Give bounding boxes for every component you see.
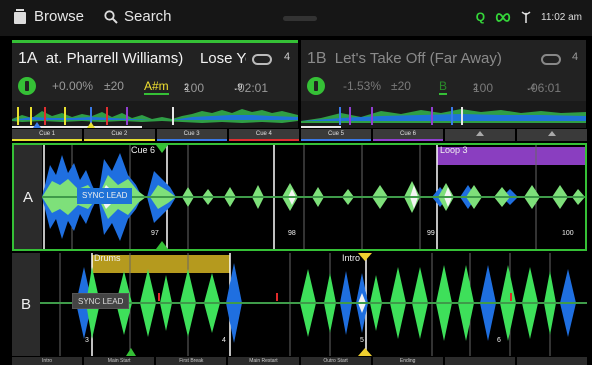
search-icon [104, 9, 118, 24]
deck-a-info-row: +0.00% ±20 A#m 100 2 -02:01.9 [12, 77, 298, 99]
deck-b-bpm-value: 100 [473, 81, 494, 95]
deck-b-bpm: 100 2 [473, 79, 493, 95]
pad-main-start[interactable]: Main Start [84, 357, 155, 365]
cue-button-2[interactable]: Cue 2 [84, 129, 155, 141]
deck-b-header[interactable]: 1B Let's Take Off (Far Away) 4 -1.53% ±2… [301, 40, 586, 128]
deck-a-header[interactable]: 1A at. Pharrell Williams) Lose Yours 4 +… [12, 40, 298, 128]
deck-a-overview-waveform[interactable] [12, 101, 298, 128]
sync-lead-badge[interactable]: SYNC LEAD [72, 293, 130, 309]
beat-marker: 6 [497, 337, 501, 344]
cue-button-1[interactable]: Cue 1 [12, 129, 83, 141]
antenna-icon [521, 11, 531, 23]
pad-ending[interactable]: Ending [372, 357, 443, 365]
pad-empty-7[interactable] [444, 357, 515, 365]
deck-b-label: B [12, 253, 40, 356]
deck-b-waveform[interactable]: B SYNC LEAD Drums Intro 3 4 5 6 [12, 253, 587, 356]
cue-button-empty-7[interactable] [445, 129, 515, 141]
deck-a-key[interactable]: A#m [144, 79, 169, 95]
deck-b-key[interactable]: B [439, 79, 448, 95]
deck-b-overview-waveform[interactable] [301, 101, 586, 128]
deck-b-track-title: 1B Let's Take Off (Far Away) [307, 50, 527, 68]
deck-a-label: A [14, 145, 42, 249]
deck-b-number: 1B [307, 50, 327, 67]
loop-3-label: Loop 3 [440, 145, 468, 155]
sync-lead-badge[interactable]: SYNC LEAD [77, 188, 133, 204]
cue-button-6[interactable]: Cue 6 [373, 129, 443, 141]
beat-marker: 99 [427, 230, 435, 237]
deck-a-bpm-value: 100 [184, 81, 205, 95]
loop-icon[interactable] [541, 54, 561, 65]
beat-marker: 98 [288, 230, 296, 237]
sync-icon[interactable] [307, 77, 325, 95]
status-area: Q 11:02 am [476, 10, 582, 24]
sync-icon[interactable] [18, 77, 36, 95]
pad-empty-8[interactable] [516, 357, 587, 365]
pad-main-restart[interactable]: Main Restart [228, 357, 299, 365]
loop-icon[interactable] [252, 54, 272, 65]
beat-marker: 100 [562, 230, 574, 237]
search-label: Search [124, 8, 172, 25]
panel-drag-handle[interactable] [283, 16, 317, 21]
folder-icon [14, 9, 26, 24]
deck-a-title-scroll: Lose Yours [199, 50, 246, 67]
deck-b-cue-pads: Cue 5 Cue 6 [301, 129, 587, 141]
deck-b-time: -06:01.4 [527, 79, 562, 95]
deck-a-bpm: 100 2 [184, 79, 204, 95]
beat-marker: 97 [151, 230, 159, 237]
deck-b-pitch: -1.53% [343, 79, 382, 93]
pad-intro[interactable]: Intro [12, 357, 83, 365]
cue-button-3[interactable]: Cue 3 [156, 129, 227, 141]
cue-button-empty-8[interactable] [517, 129, 587, 141]
deck-a-waveform[interactable]: A SYNC LEAD Cue 6 Loop 3 97 98 99 100 [12, 143, 587, 251]
drums-section-label: Drums [94, 253, 121, 263]
browse-label: Browse [34, 8, 85, 25]
browse-button[interactable]: Browse [14, 8, 84, 25]
deck-a-number: 1A [18, 50, 38, 67]
deck-a-time-value: -02:01 [234, 81, 269, 95]
deck-b-time-value: -06:01 [527, 81, 562, 95]
deck-a-time: -02:01.9 [234, 79, 269, 95]
deck-a-title-text: at. Pharrell Williams) [45, 50, 184, 67]
deck-b-pitch-range[interactable]: ±20 [391, 79, 411, 93]
pad-outro-start[interactable]: Outro Start [300, 357, 371, 365]
intro-marker-label: Intro [342, 253, 361, 263]
pad-first-break[interactable]: First Break [156, 357, 227, 365]
deck-a-pitch-range[interactable]: ±20 [104, 79, 124, 93]
quantize-indicator[interactable]: Q [476, 10, 485, 24]
beat-marker: 3 [85, 337, 89, 344]
set-cue-icon [548, 130, 556, 136]
link-icon[interactable] [495, 12, 511, 22]
deck-b-cue-pads-row: Intro Main Start First Break Main Restar… [12, 357, 587, 365]
deck-a-pitch: +0.00% [52, 79, 94, 93]
deck-b-title-text: Let's Take Off (Far Away) [334, 50, 502, 67]
cue-6-marker-label: Cue 6 [131, 145, 156, 155]
deck-a-track-title: 1A at. Pharrell Williams) Lose Yours [18, 50, 246, 68]
clock: 11:02 am [541, 11, 582, 23]
deck-a-cue-pads: Cue 1 Cue 2 Cue 3 Cue 4 [12, 129, 299, 141]
cue-button-5[interactable]: Cue 5 [301, 129, 371, 141]
search-button[interactable]: Search [104, 8, 172, 25]
set-cue-icon [476, 130, 484, 136]
active-deck-indicator [12, 40, 298, 43]
cue-button-4[interactable]: Cue 4 [228, 129, 299, 141]
beat-marker: 5 [360, 337, 364, 344]
deck-b-info-row: -1.53% ±20 B 100 2 -06:01.4 [301, 77, 586, 99]
deck-b-loop-beats: 4 [572, 51, 579, 63]
beat-marker: 4 [222, 337, 226, 344]
top-bar: Browse Search Q 11:02 am [0, 0, 592, 36]
deck-a-loop-beats: 4 [284, 51, 291, 63]
